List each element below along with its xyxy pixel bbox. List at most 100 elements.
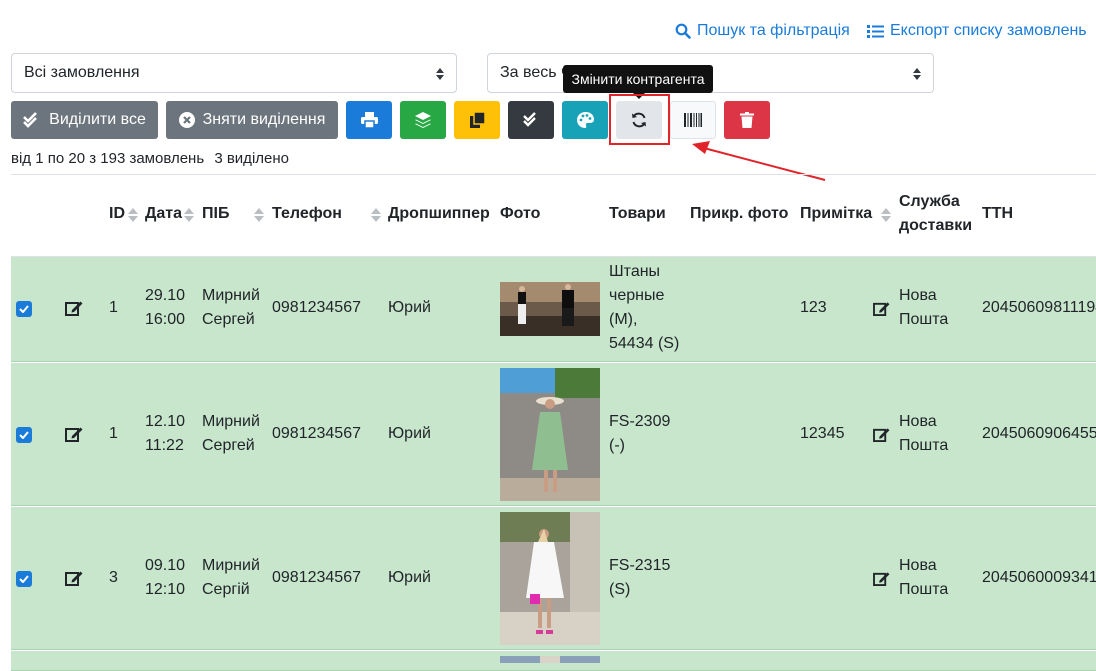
orders-status-select[interactable]: Всі замовлення xyxy=(11,53,457,93)
row-time: 16:00 xyxy=(145,311,186,328)
orders-range: від 1 по 20 з 193 замовлень xyxy=(11,150,205,167)
edit-icon[interactable] xyxy=(65,570,83,586)
edit-icon[interactable] xyxy=(65,300,83,316)
sort-icon[interactable] xyxy=(128,208,138,222)
goods-line: черные xyxy=(609,287,665,304)
row-ttn: 20450609064551 xyxy=(982,425,1096,442)
row-dropshipper: Юрий xyxy=(388,299,431,316)
col-header-photo: Фото xyxy=(500,205,541,222)
trash-icon xyxy=(740,112,754,128)
product-photo[interactable] xyxy=(500,656,600,663)
product-photo[interactable] xyxy=(500,512,600,645)
col-header-name[interactable]: ПІБ xyxy=(202,202,229,226)
tooltip-text: Змінити контрагента xyxy=(571,71,705,87)
barcode-icon xyxy=(684,113,702,127)
row-phone: 0981234567 xyxy=(272,425,361,442)
row-note: 123 xyxy=(800,299,827,316)
palette-button[interactable] xyxy=(562,101,608,139)
select-all-button[interactable]: Виділити все xyxy=(11,101,158,139)
annotation-highlight-box xyxy=(609,94,670,145)
row-name-first: Мирний xyxy=(202,557,260,574)
sort-icon[interactable] xyxy=(371,208,381,222)
copy-icon xyxy=(469,112,485,128)
sort-icon[interactable] xyxy=(881,208,891,222)
row-checkbox[interactable] xyxy=(16,427,32,443)
col-header-goods: Товари xyxy=(609,205,666,222)
goods-line: (S) xyxy=(609,581,631,598)
period-value: За весь ч xyxy=(500,64,570,81)
goods-line: FS-2315 xyxy=(609,557,671,574)
sort-icon[interactable] xyxy=(184,208,194,222)
select-caret-icon xyxy=(913,68,921,80)
search-filter-label: Пошук та фільтрація xyxy=(697,22,850,39)
col-header-dropshipper[interactable]: Дропшиппер xyxy=(388,202,490,226)
product-photo[interactable] xyxy=(500,282,600,336)
select-all-label: Виділити все xyxy=(49,111,146,128)
row-delivery-second: Пошта xyxy=(899,581,949,598)
orders-counter: від 1 по 20 з 193 замовлень 3 виділено xyxy=(11,150,289,167)
edit-note-icon[interactable] xyxy=(873,427,890,442)
check-icon xyxy=(19,575,29,583)
list-icon xyxy=(867,24,884,38)
edit-note-icon[interactable] xyxy=(873,571,890,586)
col-header-phone[interactable]: Телефон xyxy=(272,202,342,226)
row-date: 09.10 xyxy=(145,557,186,574)
goods-line: (M), xyxy=(609,311,638,328)
row-checkbox[interactable] xyxy=(16,301,32,317)
row-dropshipper: Юрий xyxy=(388,425,431,442)
deselect-button[interactable]: Зняти виділення xyxy=(166,101,338,139)
mark-done-button[interactable] xyxy=(508,101,554,139)
times-circle-icon xyxy=(178,112,195,128)
row-time: 11:22 xyxy=(145,437,184,454)
palette-icon xyxy=(576,112,594,128)
edit-icon[interactable] xyxy=(65,426,83,442)
goods-line: (-) xyxy=(609,437,625,454)
export-list-link[interactable]: Експорт списку замовлень xyxy=(867,22,1087,40)
row-date: 29.10 xyxy=(145,287,186,304)
goods-line: FS-2309 xyxy=(609,413,671,430)
row-name-second: Сергій xyxy=(202,581,250,598)
goods-line: 54434 (S) xyxy=(609,335,680,352)
row-name-second: Сергей xyxy=(202,311,255,328)
selected-count: 3 виділено xyxy=(214,150,289,167)
col-header-date[interactable]: Дата xyxy=(145,202,182,226)
row-goods: Штаны черные (M), 54434 (S) xyxy=(609,260,679,356)
row-delivery-first: Нова xyxy=(899,413,937,430)
edit-note-icon[interactable] xyxy=(873,301,890,316)
sort-icon[interactable] xyxy=(254,208,264,222)
col-header-delivery[interactable]: Служба доставки xyxy=(899,190,979,238)
col-header-id[interactable]: ID xyxy=(109,202,125,226)
row-ttn: 20450600093414 xyxy=(982,569,1096,586)
row-note: 12345 xyxy=(800,425,845,442)
row-dropshipper: Юрий xyxy=(388,569,431,586)
layers-button[interactable] xyxy=(400,101,446,139)
row-id: 3 xyxy=(109,569,118,586)
row-phone: 0981234567 xyxy=(272,299,361,316)
search-filter-link[interactable]: Пошук та фільтрація xyxy=(675,22,850,40)
double-check-icon xyxy=(23,112,38,128)
row-date: 12.10 xyxy=(145,413,186,430)
row-checkbox[interactable] xyxy=(16,571,32,587)
col-header-ttn: ТТН xyxy=(982,205,1014,222)
annotation-arrow xyxy=(692,141,826,181)
select-caret-icon xyxy=(436,68,444,80)
goods-line: Штаны xyxy=(609,263,661,280)
copy-button[interactable] xyxy=(454,101,500,139)
row-id: 1 xyxy=(109,299,118,316)
search-icon xyxy=(675,23,691,39)
export-list-label: Експорт списку замовлень xyxy=(890,22,1087,39)
check-icon xyxy=(19,431,29,439)
row-time: 12:10 xyxy=(145,581,186,598)
row-delivery-second: Пошта xyxy=(899,437,949,454)
orders-status-value: Всі замовлення xyxy=(24,64,140,81)
row-delivery-first: Нова xyxy=(899,287,937,304)
deselect-label: Зняти виділення xyxy=(202,111,326,128)
print-button[interactable] xyxy=(346,101,392,139)
layers-icon xyxy=(415,112,431,128)
divider xyxy=(11,174,1096,175)
row-ttn: 20450609811194 xyxy=(982,299,1096,316)
row-name-first: Мирний xyxy=(202,413,260,430)
col-header-attached-photo: Прикр. фото xyxy=(690,205,789,222)
product-photo[interactable] xyxy=(500,368,600,501)
col-header-note: Примітка xyxy=(800,205,873,222)
